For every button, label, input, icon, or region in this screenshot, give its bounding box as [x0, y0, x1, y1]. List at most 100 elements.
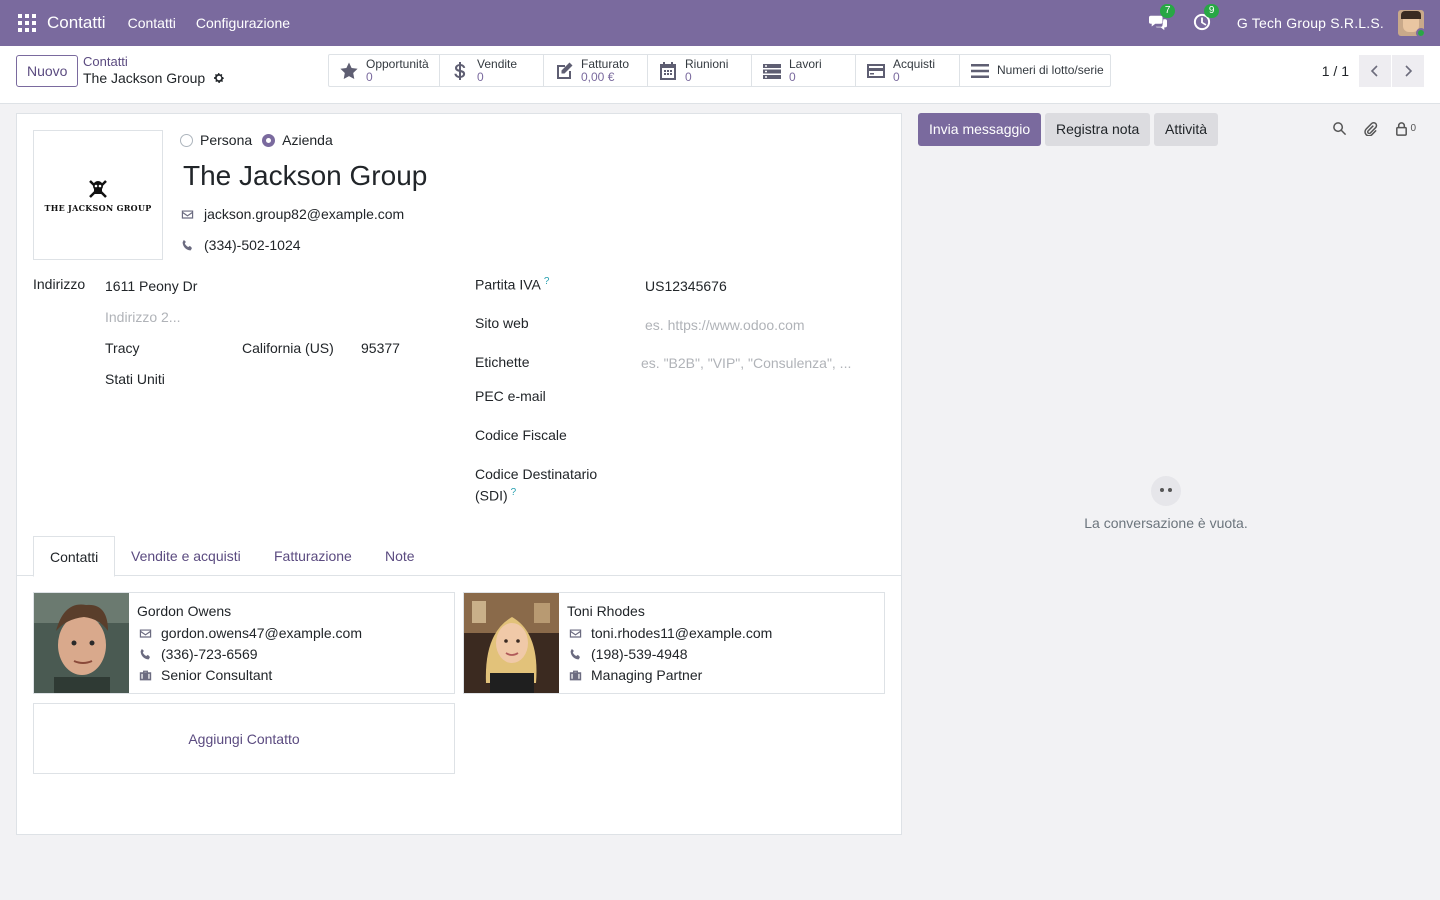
radio-azienda-label[interactable]: Azienda — [282, 132, 333, 148]
contact-name: Toni Rhodes — [567, 603, 645, 619]
smart-button-opportunita[interactable]: Opportunità 0 — [329, 55, 440, 86]
phone-row: (334)-502-1024 — [181, 237, 301, 253]
credit-card-icon — [867, 63, 885, 78]
tasks-icon — [763, 63, 781, 79]
country-field[interactable]: Stati Uniti — [105, 371, 165, 387]
zip-field[interactable]: 95377 — [361, 340, 400, 356]
apps-menu-icon[interactable] — [18, 14, 36, 32]
street-field[interactable]: 1611 Peony Dr — [105, 278, 197, 294]
control-panel: Nuovo Contatti The Jackson Group Opportu… — [0, 46, 1440, 104]
radio-azienda[interactable] — [262, 133, 276, 147]
menu-contatti[interactable]: Contatti — [128, 15, 176, 31]
breadcrumb-current-label: The Jackson Group — [83, 70, 206, 86]
contact-phone-row: (336)-723-6569 — [139, 646, 258, 662]
form-sheet: THE JACKSON GROUP Persona Azienda The Ja… — [16, 113, 902, 835]
star-icon — [340, 62, 358, 79]
empty-conversation-message: La conversazione è vuota. — [1084, 515, 1248, 531]
messages-button[interactable]: 7 — [1148, 4, 1176, 33]
company-logo[interactable]: THE JACKSON GROUP — [33, 130, 163, 260]
city-field[interactable]: Tracy — [105, 340, 139, 356]
edit-icon — [557, 62, 573, 79]
empty-conversation-icon — [1151, 476, 1181, 506]
contact-card[interactable]: Toni Rhodes toni.rhodes11@example.com (1… — [463, 592, 885, 694]
pager: 1 / 1 — [1322, 55, 1424, 87]
log-note-button[interactable]: Registra nota — [1045, 113, 1151, 146]
bars-icon — [971, 63, 989, 78]
help-icon[interactable]: ? — [511, 487, 517, 498]
website-label: Sito web — [475, 315, 529, 331]
chatter-tools: 0 — [1316, 121, 1416, 136]
paperclip-icon[interactable] — [1363, 121, 1378, 136]
tab-fatturazione[interactable]: Fatturazione — [258, 536, 368, 576]
street2-field[interactable]: Indirizzo 2... — [105, 309, 180, 325]
smart-button-riunioni[interactable]: Riunioni 0 — [648, 55, 752, 86]
smart-button-fatturato[interactable]: Fatturato 0,00 € — [544, 55, 648, 86]
add-contact-button[interactable]: Aggiungi Contatto — [33, 703, 455, 774]
phone-icon — [140, 648, 150, 659]
contact-email-row: gordon.owens47@example.com — [139, 625, 362, 641]
contact-photo — [34, 593, 129, 693]
tags-field[interactable]: es. "B2B", "VIP", "Consulenza", ... — [641, 355, 851, 371]
smart-button-vendite[interactable]: Vendite 0 — [440, 55, 544, 86]
followers-icon[interactable] — [1394, 121, 1409, 136]
menu-configurazione[interactable]: Configurazione — [196, 15, 290, 31]
followers-count: 0 — [1410, 123, 1416, 134]
company-switcher[interactable]: G Tech Group S.R.L.S. — [1237, 15, 1384, 31]
smart-buttons: Opportunità 0 Vendite 0 Fatturato 0,00 € Ri… — [328, 54, 1111, 87]
radio-persona-label[interactable]: Persona — [200, 132, 252, 148]
activities-button[interactable]: 9 — [1193, 4, 1220, 33]
sdi-label-line1: Codice Destinatario — [475, 466, 598, 482]
phone-icon — [570, 648, 580, 659]
notebook-tabs: Contatti Vendite e acquisti Fatturazione… — [17, 536, 901, 577]
pager-previous-button[interactable] — [1359, 55, 1391, 87]
phone-field[interactable]: (334)-502-1024 — [204, 237, 301, 253]
contact-email: gordon.owens47@example.com — [161, 625, 362, 641]
chevron-right-icon — [1405, 65, 1413, 77]
tab-note[interactable]: Note — [369, 536, 431, 576]
search-icon[interactable] — [1332, 121, 1347, 136]
envelope-icon — [181, 209, 194, 219]
user-avatar[interactable] — [1398, 10, 1424, 36]
breadcrumb-parent[interactable]: Contatti — [83, 54, 128, 69]
pager-next-button[interactable] — [1392, 55, 1424, 87]
top-navbar: Contatti Contatti Configurazione 7 9 G T… — [0, 0, 1440, 46]
sdi-label-line2: (SDI)? — [475, 487, 517, 504]
email-row: jackson.group82@example.com — [181, 206, 404, 222]
help-icon[interactable]: ? — [544, 276, 550, 287]
contact-phone-row: (198)-539-4948 — [569, 646, 688, 662]
smart-button-acquisti[interactable]: Acquisti 0 — [856, 55, 960, 86]
tab-vendite-acquisti[interactable]: Vendite e acquisti — [115, 536, 257, 576]
smart-button-lotti[interactable]: Numeri di lotto/serie — [960, 55, 1110, 86]
messages-count-badge: 7 — [1159, 4, 1176, 18]
radio-persona[interactable] — [180, 133, 193, 147]
chevron-left-icon — [1370, 65, 1378, 77]
gear-icon[interactable] — [213, 72, 225, 84]
send-message-button[interactable]: Invia messaggio — [918, 113, 1042, 146]
tab-contatti[interactable]: Contatti — [33, 536, 116, 577]
contact-card[interactable]: Gordon Owens gordon.owens47@example.com … — [33, 592, 455, 694]
dollar-icon — [454, 61, 466, 80]
pager-value[interactable]: 1 / 1 — [1322, 63, 1349, 79]
state-field[interactable]: California (US) — [242, 340, 334, 356]
contact-function-row: Managing Partner — [569, 667, 702, 683]
fiscal-code-label: Codice Fiscale — [475, 427, 567, 443]
smart-button-lavori[interactable]: Lavori 0 — [752, 55, 856, 86]
app-brand[interactable]: Contatti — [47, 13, 106, 33]
vat-field[interactable]: US12345676 — [645, 278, 727, 294]
briefcase-icon — [139, 670, 152, 680]
activities-button[interactable]: Attività — [1154, 113, 1219, 146]
contact-email-row: toni.rhodes11@example.com — [569, 625, 772, 641]
pec-label: PEC e-mail — [475, 388, 546, 404]
logo-emblem-icon — [89, 180, 107, 198]
contact-function-row: Senior Consultant — [139, 667, 272, 683]
website-field[interactable]: es. https://www.odoo.com — [645, 317, 805, 333]
company-type-radio: Persona Azienda — [180, 132, 343, 148]
calendar-icon — [660, 61, 676, 80]
new-button[interactable]: Nuovo — [16, 55, 79, 87]
email-field[interactable]: jackson.group82@example.com — [204, 206, 404, 222]
contact-function: Managing Partner — [591, 667, 703, 683]
envelope-icon — [139, 628, 152, 638]
address-label: Indirizzo — [33, 276, 86, 292]
briefcase-icon — [569, 670, 582, 680]
company-name-field[interactable]: The Jackson Group — [183, 160, 427, 192]
